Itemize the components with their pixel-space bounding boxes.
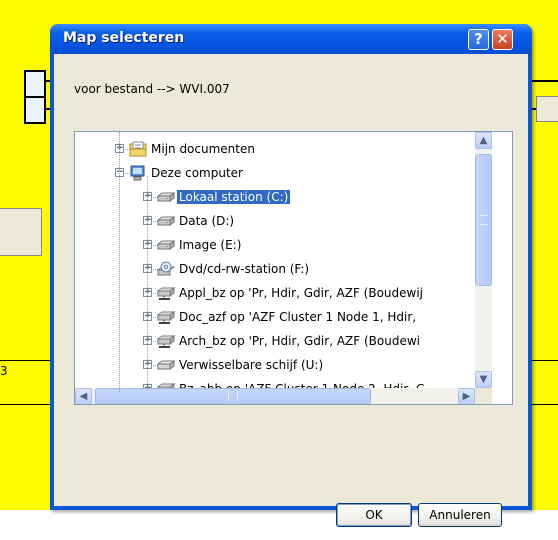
removable-drive-icon [156,357,176,373]
network-drive-icon [156,285,176,301]
tree-item[interactable]: + Image (E:) [75,235,475,257]
app-row-label: 3 [0,364,8,378]
map-select-dialog: Map selecteren ? ✕ voor bestand --> WVI.… [50,24,532,527]
tree-item-label: Deze computer [151,166,243,180]
hard-drive-icon [156,213,176,229]
horizontal-scrollbar[interactable]: ◀ ▶ [75,388,492,404]
app-cell-box[interactable] [24,96,46,124]
tree-item[interactable]: + Dvd/cd-rw-station (F:) [75,259,475,281]
help-icon: ? [474,30,483,48]
tree-item[interactable]: + Verwisselbare schijf (U:) [75,355,475,377]
tree-item-label: Arch_bz op 'Pr, Hdir, Gdir, AZF (Boudewi [179,334,420,348]
close-button[interactable]: ✕ [492,29,513,50]
tree-item[interactable]: + Data (D:) [75,211,475,233]
network-drive-icon [156,309,176,325]
dialog-subtitle: voor bestand --> WVI.007 [74,82,230,96]
network-drive-icon [156,333,176,349]
hard-drive-icon [156,189,176,205]
folder-tree[interactable]: + Mijn documenten − Deze computer + Lokaal st… [74,131,513,405]
grip-icon [228,393,238,401]
tree-item-label: Doc_azf op 'AZF Cluster 1 Node 1, Hdir, [179,310,417,324]
tree-item[interactable]: − Deze computer [75,163,475,185]
tree-item-label: Verwisselbare schijf (U:) [179,358,324,372]
grip-icon [480,215,488,225]
vertical-scroll-thumb[interactable] [475,154,492,286]
vertical-scrollbar[interactable]: ▲ ▼ [475,132,492,388]
horizontal-scroll-thumb[interactable] [95,388,371,404]
app-cell-box[interactable] [24,70,46,98]
tree-item-label: Lokaal station (C:) [177,190,291,204]
app-button[interactable] [0,208,42,256]
tree-item[interactable]: + Arch_bz op 'Pr, Hdir, Gdir, AZF (Boudew… [75,331,475,353]
scroll-down-icon[interactable]: ▼ [475,371,492,388]
my-computer-icon [129,165,147,181]
tree-item[interactable]: + Doc_azf op 'AZF Cluster 1 Node 1, Hdir, [75,307,475,329]
app-button[interactable] [536,96,558,122]
tree-item-label: Dvd/cd-rw-station (F:) [179,262,310,276]
tree-connector-line [147,176,149,390]
scroll-left-icon[interactable]: ◀ [75,388,92,404]
dialog-client: voor bestand --> WVI.007 + Mijn documente… [54,54,528,527]
folder-documents-icon [129,141,147,157]
close-icon: ✕ [496,30,509,48]
scroll-right-icon[interactable]: ▶ [458,388,475,404]
tree-item-label: Appl_bz op 'Pr, Hdir, Gdir, AZF (Boudewi… [179,286,424,300]
tree-item-label: Mijn documenten [151,142,255,156]
help-button[interactable]: ? [468,29,489,50]
dialog-titlebar[interactable]: Map selecteren ? ✕ [50,24,532,54]
dialog-title: Map selecteren [63,30,185,46]
tree-item[interactable]: + Mijn documenten [75,139,475,161]
tree-item[interactable]: + Lokaal station (C:) [75,187,475,209]
cd-drive-icon [156,261,176,277]
tree-item-label: Image (E:) [179,238,242,252]
hard-drive-icon [156,237,176,253]
tree-item[interactable]: + Appl_bz op 'Pr, Hdir, Gdir, AZF (Boudew… [75,283,475,305]
tree-connector-line [119,132,121,392]
scrollbar-corner [475,388,492,404]
cancel-button[interactable]: Annuleren [418,503,502,527]
ok-button[interactable]: OK [336,503,412,527]
scroll-up-icon[interactable]: ▲ [475,132,492,149]
tree-item-label: Data (D:) [179,214,235,228]
